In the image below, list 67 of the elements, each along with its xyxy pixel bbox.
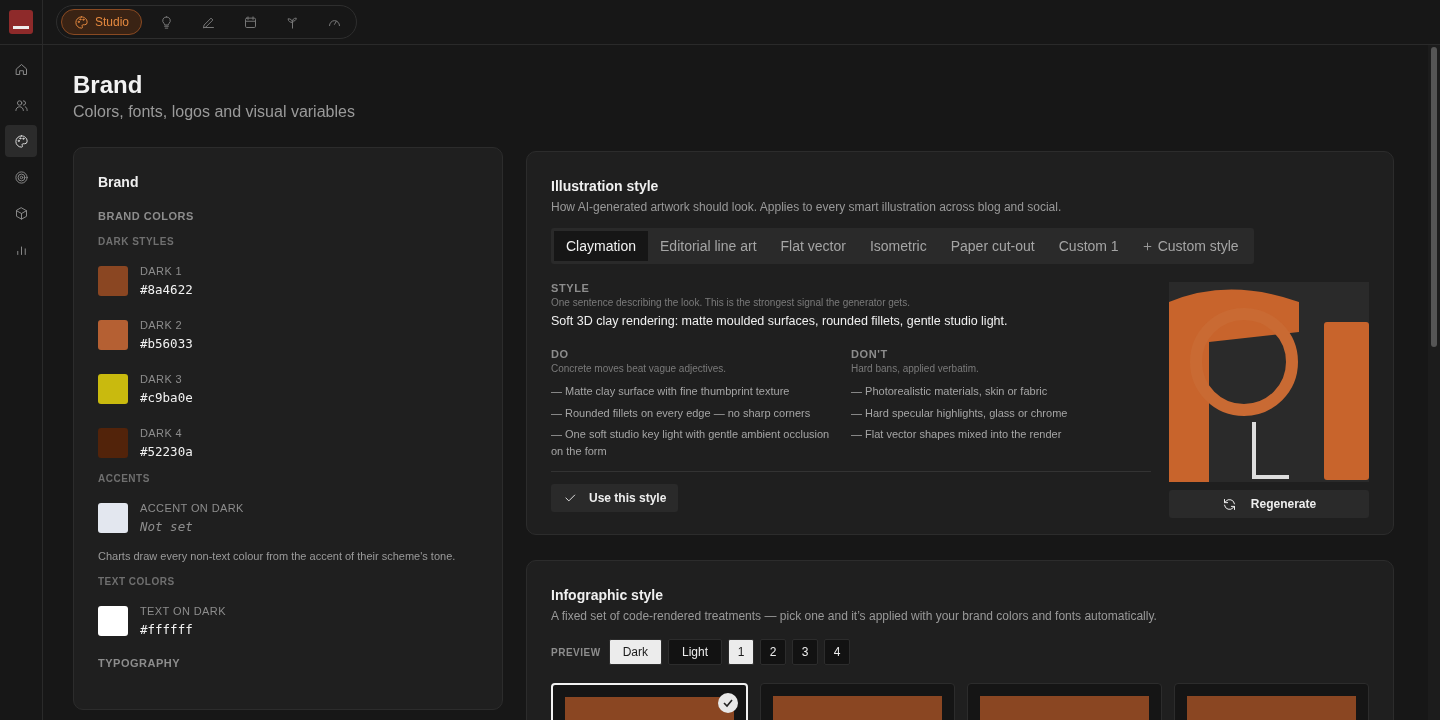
rule-item: — Flat vector shapes mixed into the render: [851, 427, 1063, 442]
regenerate-button[interactable]: Regenerate: [1169, 490, 1369, 518]
color-swatch[interactable]: [98, 374, 128, 404]
field-hint: Concrete moves beat vague adjectives.: [551, 363, 728, 374]
field-hint: Hard bans, applied verbatim.: [851, 363, 980, 374]
color-swatch[interactable]: [98, 266, 128, 296]
color-swatch[interactable]: [98, 320, 128, 350]
color-value: #8a4622: [140, 282, 193, 297]
card-title: Illustration style: [551, 178, 660, 194]
rule-item: — Matte clay surface with fine thumbprint texture: [551, 384, 791, 399]
style-tab[interactable]: Editorial line art: [648, 231, 769, 261]
card-description: How AI-generated artwork should look. Applies to every smart illustration across blog and social.: [551, 200, 1063, 214]
palette-icon: [74, 14, 89, 30]
rule-item: — Photorealistic materials, skin or fabric: [851, 384, 1049, 399]
color-name: TEXT ON DARK: [140, 605, 226, 617]
page-title: Brand: [73, 71, 144, 99]
page-toggle[interactable]: 3: [792, 639, 818, 665]
style-tab[interactable]: Claymation: [554, 231, 649, 261]
preview-label: PREVIEW: [551, 646, 601, 658]
color-name: DARK 4: [140, 427, 184, 439]
group-heading: ACCENTS: [98, 473, 151, 484]
section-heading: BRAND COLORS: [98, 210, 195, 222]
mode-toggle[interactable]: Light: [667, 639, 722, 665]
page-toggle[interactable]: 4: [824, 639, 850, 665]
card-title: Infographic style: [551, 587, 665, 603]
style-description[interactable]: Soft 3D clay rendering: matte moulded surfaces, rounded fillets, gentle studio light.: [551, 314, 1151, 328]
color-value: Not set: [140, 519, 194, 534]
field-label: STYLE: [551, 282, 591, 294]
color-value: #ffffff: [140, 622, 194, 637]
page-toggle[interactable]: 1: [728, 639, 754, 665]
refresh-icon: [1221, 496, 1237, 512]
field-hint: One sentence describing the look. This is the strongest signal the generator gets.: [551, 297, 911, 308]
field-label: DON'T: [851, 348, 889, 360]
color-swatch[interactable]: [98, 503, 128, 533]
add-custom-style-tab[interactable]: Custom style: [1130, 231, 1251, 261]
rule-item: — One soft studio key light with gentle ambient occlusion on the form: [551, 427, 831, 459]
studio-tab[interactable]: Studio: [61, 9, 143, 35]
section-heading: TYPOGRAPHY: [98, 657, 181, 669]
color-swatch[interactable]: [98, 428, 128, 458]
color-value: #c9ba0e: [140, 390, 193, 405]
card-title: Brand: [98, 174, 140, 190]
style-tab[interactable]: Flat vector: [768, 231, 858, 261]
page-subtitle: Colors, fonts, logos and visual variables: [73, 103, 356, 121]
group-heading: DARK STYLES: [98, 236, 176, 247]
check-icon: [718, 693, 738, 713]
page-toggle[interactable]: 2: [760, 639, 786, 665]
app-logo-icon[interactable]: [9, 10, 33, 34]
plus-icon: [1142, 241, 1152, 251]
mode-toggle[interactable]: Dark: [608, 639, 662, 665]
group-heading: TEXT COLORS: [98, 576, 176, 587]
style-tab[interactable]: Custom 1: [1046, 231, 1131, 261]
field-label: DO: [551, 348, 570, 360]
color-value: #52230a: [140, 444, 193, 459]
style-tab[interactable]: Paper cut-out: [938, 231, 1047, 261]
color-swatch[interactable]: [98, 606, 128, 636]
style-tab[interactable]: Isometric: [857, 231, 939, 261]
color-name: ACCENT ON DARK: [140, 502, 244, 514]
palette-icon[interactable]: [5, 125, 37, 157]
card-description: A fixed set of code-rendered treatments — pick one and it’s applied with your brand colors and fonts automatically.: [551, 609, 1158, 623]
rule-item: — Rounded fillets on every edge — no sharp corners: [551, 405, 812, 421]
rule-item: — Hard specular highlights, glass or chrome: [851, 405, 1069, 421]
accent-note: Charts draw every non-text colour from the accent of their scheme's tone.: [98, 550, 457, 562]
color-name: DARK 3: [140, 373, 184, 385]
color-name: DARK 1: [140, 265, 184, 277]
color-value: #b56033: [140, 336, 193, 351]
use-style-button[interactable]: Use this style: [551, 484, 679, 512]
color-name: DARK 2: [140, 319, 184, 331]
